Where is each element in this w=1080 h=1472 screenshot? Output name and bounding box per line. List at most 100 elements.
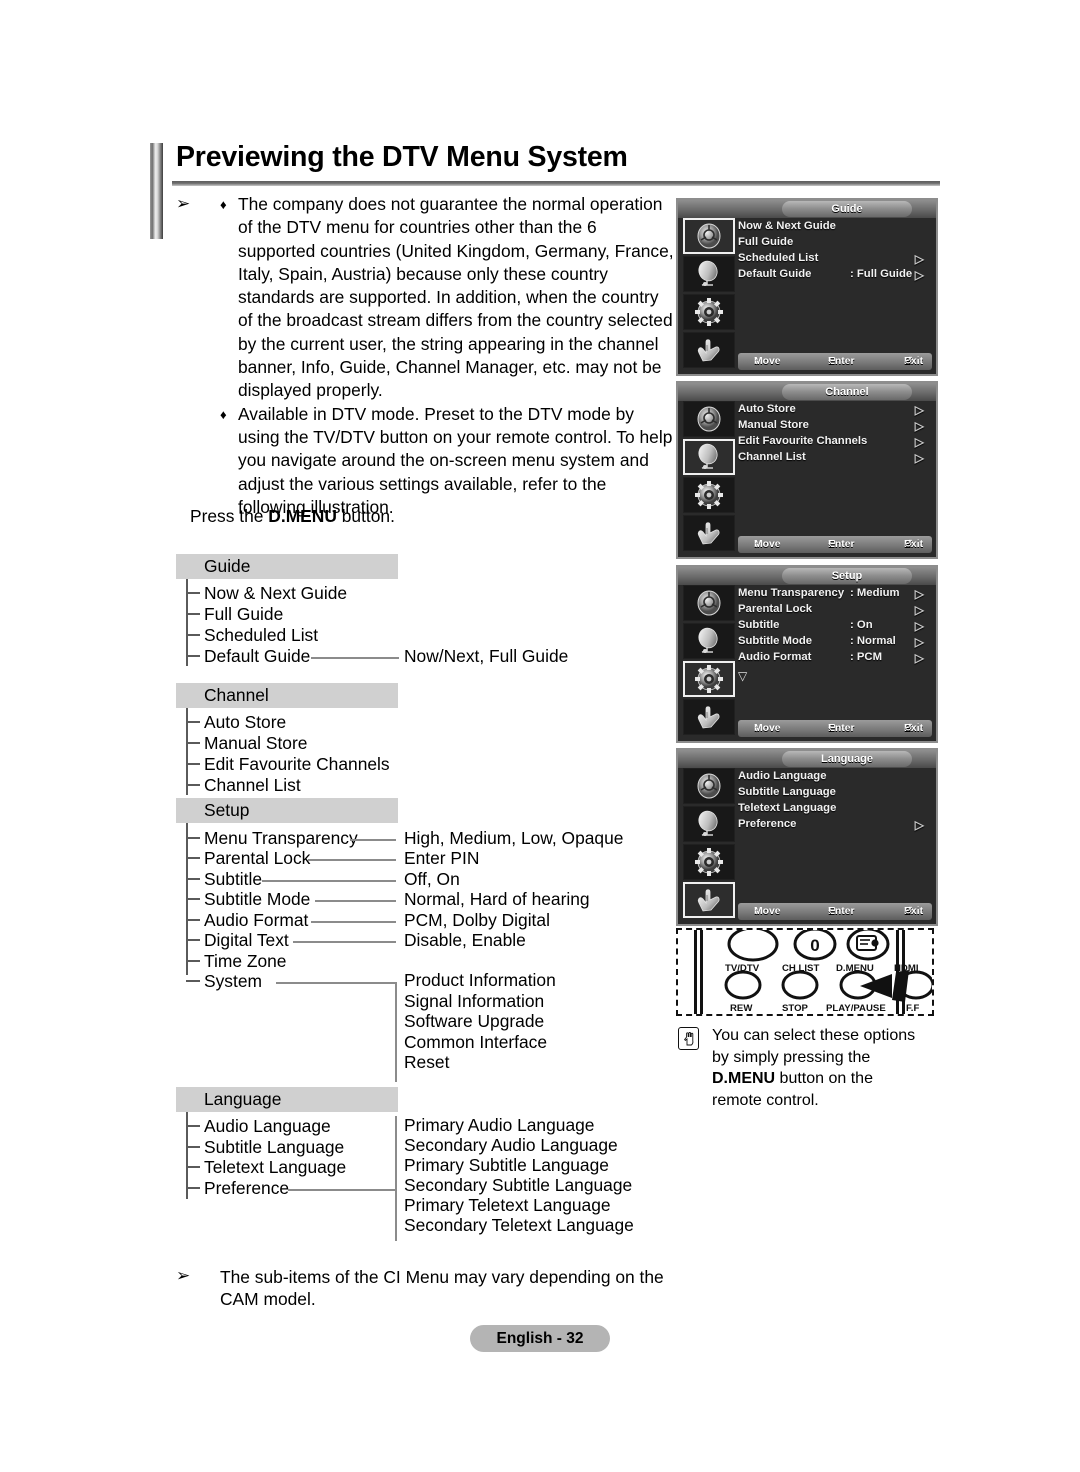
osd-menu-row[interactable]: Edit Favourite Channels ▷: [738, 435, 932, 451]
osd-sidebar-guide-icon[interactable]: [683, 768, 735, 804]
osd-panel-channel: Channel Auto Store ▷ Manual Store ▷ Edit Favo…: [676, 381, 938, 559]
osd-menu-row[interactable]: Audio Format: PCM ▷: [738, 651, 932, 667]
press-suffix: button.: [336, 506, 395, 526]
osd-menu-row[interactable]: Subtitle Mode: Normal ▷: [738, 635, 932, 651]
intro-section: ➢ ♦ The company does not guarantee the n…: [176, 193, 676, 519]
osd-row-value: : Normal: [850, 635, 896, 647]
tree-value-subtitle: Off, On: [404, 869, 460, 889]
osd-sidebar-satellite-dish-icon[interactable]: [683, 256, 735, 292]
osd-sidebar-satellite-dish-icon[interactable]: [683, 623, 735, 659]
osd-panel-language: Language Audio Language Subtitle Language T…: [676, 748, 938, 926]
osd-sidebar-gear-icon[interactable]: [683, 661, 735, 697]
tree-sub-primary-subtitle-language: Primary Subtitle Language: [404, 1155, 609, 1175]
osd-move-hint[interactable]: ↕ Move: [754, 536, 781, 553]
osd-move-hint[interactable]: ↕ Move: [754, 903, 781, 920]
updown-arrow-icon: ↕: [754, 723, 760, 734]
osd-status-bar: ↕ Move ↵ Enter ↺ Exit: [738, 903, 932, 920]
osd-sidebar-gear-icon[interactable]: [683, 477, 735, 513]
tree-value-menu-transparency: High, Medium, Low, Opaque: [404, 828, 624, 848]
osd-exit-hint[interactable]: ↺ Exit: [904, 536, 923, 553]
osd-enter-hint[interactable]: ↵ Enter: [828, 353, 855, 370]
tree-sub-secondary-subtitle-language: Secondary Subtitle Language: [404, 1175, 633, 1195]
tree-item-full-guide: Full Guide: [186, 604, 283, 625]
tree-value-default-guide: Now/Next, Full Guide: [404, 646, 569, 666]
tree-item-label: Time Zone: [204, 951, 287, 971]
osd-sidebar-hand-remote-icon[interactable]: [683, 882, 735, 918]
osd-row-label: Teletext Language: [738, 802, 837, 814]
osd-menu-row[interactable]: Scheduled List ▷: [738, 252, 932, 268]
tree-item-label: Audio Language: [204, 1116, 331, 1136]
osd-sidebar-hand-remote-icon[interactable]: [683, 332, 735, 368]
osd-menu-row[interactable]: Audio Language: [738, 770, 932, 786]
tree-item-label: Manual Store: [204, 733, 308, 753]
osd-sidebar-guide-icon[interactable]: [683, 585, 735, 621]
tree-tick: [186, 655, 200, 657]
osd-sidebar-guide-icon[interactable]: [683, 401, 735, 437]
tree-header-channel-label: Channel: [204, 685, 269, 705]
osd-menu-row[interactable]: Subtitle Language: [738, 786, 932, 802]
osd-exit-hint[interactable]: ↺ Exit: [904, 720, 923, 737]
chevron-right-icon: ▷: [914, 419, 924, 433]
osd-row-label: Subtitle: [738, 619, 780, 631]
chevron-right-icon: ▷: [914, 451, 924, 465]
osd-menu-list: Auto Store ▷ Manual Store ▷ Edit Favourite C…: [738, 403, 932, 533]
chevron-right-icon: ▷: [914, 818, 924, 832]
osd-sidebar-gear-icon[interactable]: [683, 294, 735, 330]
osd-sidebar-satellite-dish-icon[interactable]: [683, 806, 735, 842]
osd-row-value: : PCM: [850, 651, 883, 663]
chevron-right-icon: ▷: [914, 268, 924, 282]
osd-menu-row[interactable]: Default Guide: Full Guide ▷: [738, 268, 932, 284]
osd-exit-hint[interactable]: ↺ Exit: [904, 353, 923, 370]
osd-sidebar-hand-remote-icon[interactable]: [683, 515, 735, 551]
osd-menu-row[interactable]: Manual Store ▷: [738, 419, 932, 435]
osd-tab-title: Guide: [782, 201, 912, 217]
osd-panel-setup: Setup Menu Transparency: Medium ▷ Parental …: [676, 565, 938, 743]
osd-status-bar: ↕ Move ↵ Enter ↺ Exit: [738, 353, 932, 370]
osd-row-label: Full Guide: [738, 236, 794, 248]
tree-item-subtitle: Subtitle: [186, 869, 262, 890]
bottom-note: ➢ The sub-items of the CI Menu may vary …: [176, 1266, 696, 1310]
tree-item-label: System: [204, 971, 262, 991]
tree-tick: [186, 960, 200, 962]
osd-menu-row[interactable]: Channel List ▷: [738, 451, 932, 467]
tree-tick: [186, 1125, 200, 1127]
osd-row-label: Edit Favourite Channels: [738, 435, 868, 447]
osd-enter-hint[interactable]: ↵ Enter: [828, 903, 855, 920]
osd-status-bar: ↕ Move ↵ Enter ↺ Exit: [738, 720, 932, 737]
osd-menu-row[interactable]: Teletext Language: [738, 802, 932, 818]
osd-menu-row[interactable]: Preference ▷: [738, 818, 932, 834]
osd-sidebar-satellite-dish-icon[interactable]: [683, 439, 735, 475]
bottom-note-text: The sub-items of the CI Menu may vary de…: [220, 1267, 664, 1309]
tree-item-teletext-language: Teletext Language: [186, 1157, 346, 1178]
osd-sidebar-hand-remote-icon[interactable]: [683, 699, 735, 735]
osd-row-label: Auto Store: [738, 403, 796, 415]
enter-key-icon: ↵: [828, 356, 837, 367]
osd-exit-hint[interactable]: ↺ Exit: [904, 903, 923, 920]
osd-move-hint[interactable]: ↕ Move: [754, 353, 781, 370]
tree-item-time-zone: Time Zone: [186, 951, 286, 972]
osd-enter-hint[interactable]: ↵ Enter: [828, 536, 855, 553]
osd-status-bar: ↕ Move ↵ Enter ↺ Exit: [738, 536, 932, 553]
tree-item-subtitle-mode: Subtitle Mode: [186, 889, 310, 910]
osd-menu-row[interactable]: Menu Transparency: Medium ▷: [738, 587, 932, 603]
osd-enter-hint[interactable]: ↵ Enter: [828, 720, 855, 737]
chevron-right-icon: ▷: [914, 435, 924, 449]
osd-menu-row[interactable]: Auto Store ▷: [738, 403, 932, 419]
tree-item-manual-store: Manual Store: [186, 733, 307, 754]
osd-menu-row[interactable]: Now & Next Guide: [738, 220, 932, 236]
osd-sidebar-guide-icon[interactable]: [683, 218, 735, 254]
osd-menu-list: Menu Transparency: Medium ▷ Parental Lock ▷…: [738, 587, 932, 717]
sub-spine-preference: [395, 1116, 397, 1241]
tree-tick: [186, 634, 200, 636]
osd-menu-row[interactable]: Subtitle: On ▷: [738, 619, 932, 635]
chevron-down-icon[interactable]: ▽: [738, 669, 932, 683]
osd-menu-row[interactable]: Parental Lock ▷: [738, 603, 932, 619]
osd-row-label: Audio Format: [738, 651, 812, 663]
side-note-bold: D.MENU: [712, 1070, 776, 1087]
osd-menu-row[interactable]: Full Guide: [738, 236, 932, 252]
side-note-line3-suffix: button on the: [775, 1070, 873, 1087]
osd-move-hint[interactable]: ↕ Move: [754, 720, 781, 737]
osd-sidebar-gear-icon[interactable]: [683, 844, 735, 880]
tree-item-channel-list: Channel List: [186, 775, 301, 796]
intro-bullet-1: ♦ The company does not guarantee the nor…: [176, 193, 676, 403]
